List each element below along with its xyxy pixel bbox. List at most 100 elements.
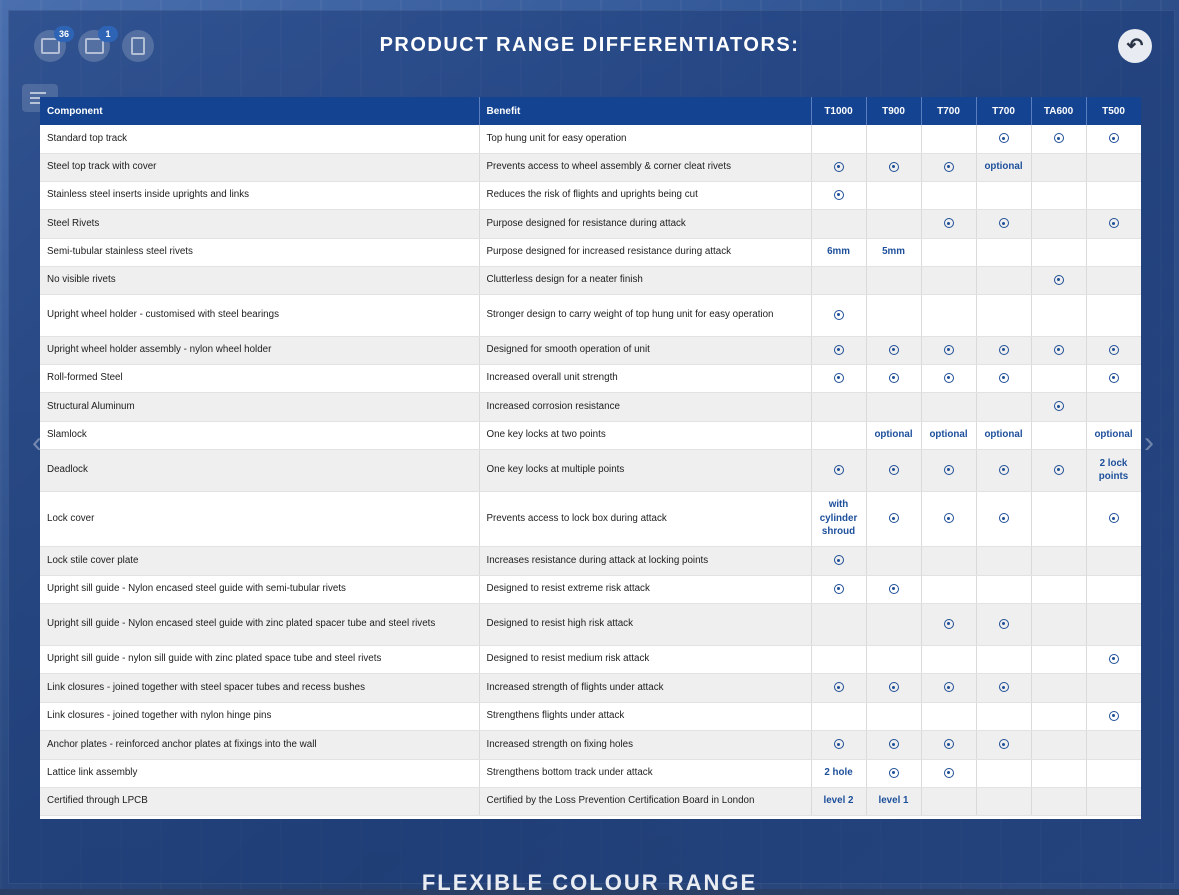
table-row: Upright sill guide - nylon sill guide wi… [40, 645, 1141, 674]
check-circle-icon [833, 161, 844, 172]
check-circle-icon [1108, 710, 1119, 721]
component-cell: Slamlock [40, 421, 480, 450]
empty-cell [811, 702, 867, 731]
check-cell [976, 209, 1032, 239]
empty-cell [811, 392, 867, 422]
check-circle-icon [998, 682, 1009, 693]
check-cell [976, 603, 1032, 646]
component-cell: Steel Rivets [40, 209, 480, 239]
benefit-cell: Strengthens bottom track under attack [479, 759, 812, 788]
check-cell [866, 575, 922, 604]
empty-cell [976, 759, 1032, 788]
benefit-cell: One key locks at two points [479, 421, 812, 450]
check-cell [811, 153, 867, 182]
value-cell: optional [976, 421, 1032, 450]
empty-cell [921, 125, 977, 154]
benefit-cell: Increases resistance during attack at lo… [479, 546, 812, 576]
empty-cell [1031, 730, 1087, 760]
empty-cell [866, 181, 922, 210]
check-circle-icon [833, 739, 844, 750]
check-cell [866, 449, 922, 492]
empty-cell [1031, 491, 1087, 547]
check-circle-icon [998, 372, 1009, 383]
check-cell [921, 673, 977, 703]
column-header-model: TA600 [1031, 97, 1087, 125]
component-cell: Steel top track with cover [40, 153, 480, 182]
empty-cell [866, 546, 922, 576]
component-cell: Certified through LPCB [40, 787, 480, 816]
empty-cell [976, 266, 1032, 295]
check-cell [1031, 266, 1087, 295]
check-circle-icon [1108, 372, 1119, 383]
check-circle-icon [998, 739, 1009, 750]
value-cell: optional [1086, 421, 1141, 450]
empty-cell [976, 575, 1032, 604]
value-cell: with cylinder shroud [811, 491, 867, 547]
empty-cell [1031, 546, 1087, 576]
empty-cell [1086, 546, 1141, 576]
check-circle-icon [833, 682, 844, 693]
component-cell: Lock stile cover plate [40, 546, 480, 576]
check-circle-icon [888, 583, 899, 594]
benefit-cell: Strengthens flights under attack [479, 702, 812, 731]
empty-cell [1031, 209, 1087, 239]
check-cell [921, 730, 977, 760]
table-row: Structural Aluminum Increased corrosion r… [40, 392, 1141, 422]
check-cell [1086, 645, 1141, 674]
empty-cell [976, 181, 1032, 210]
column-header-model: T700 [921, 97, 977, 125]
back-arrow-icon: ↶ [1126, 35, 1144, 57]
check-cell [1086, 364, 1141, 393]
table-row: Steel Rivets Purpose designed for resista… [40, 209, 1141, 239]
empty-cell [1031, 787, 1087, 816]
check-circle-icon [888, 682, 899, 693]
page-title: PRODUCT RANGE DIFFERENTIATORS: [379, 34, 800, 56]
empty-cell [1031, 673, 1087, 703]
column-header-model: T500 [1086, 97, 1141, 125]
check-cell [976, 364, 1032, 393]
benefit-cell: Designed to resist high risk attack [479, 603, 812, 646]
table-header-row: Component Benefit T1000 T900 T700 T700 T… [40, 97, 1141, 125]
benefit-cell: Designed for smooth operation of unit [479, 336, 812, 365]
empty-cell [866, 603, 922, 646]
check-cell [866, 153, 922, 182]
empty-cell [866, 392, 922, 422]
empty-cell [976, 702, 1032, 731]
check-circle-icon [1108, 513, 1119, 524]
empty-cell [1086, 575, 1141, 604]
check-cell [811, 294, 867, 337]
check-cell [1086, 336, 1141, 365]
check-cell [1031, 125, 1087, 154]
component-cell: Upright wheel holder - customised with s… [40, 294, 480, 337]
table-row: Steel top track with cover Prevents acces… [40, 153, 1141, 182]
benefit-cell: Increased strength of flights under atta… [479, 673, 812, 703]
component-cell: Upright sill guide - Nylon encased steel… [40, 575, 480, 604]
table-row: Link closures - joined together with ste… [40, 673, 1141, 703]
table-row: Deadlock One key locks at multiple points… [40, 449, 1141, 492]
check-circle-icon [998, 513, 1009, 524]
empty-cell [976, 787, 1032, 816]
component-cell: Link closures - joined together with ste… [40, 673, 480, 703]
empty-cell [1086, 787, 1141, 816]
empty-cell [1086, 392, 1141, 422]
check-circle-icon [943, 372, 954, 383]
empty-cell [921, 645, 977, 674]
check-circle-icon [1108, 344, 1119, 355]
benefit-cell: Designed to resist medium risk attack [479, 645, 812, 674]
check-circle-icon [888, 767, 899, 778]
empty-cell [1086, 266, 1141, 295]
check-circle-icon [943, 739, 954, 750]
value-cell: optional [921, 421, 977, 450]
check-circle-icon [943, 344, 954, 355]
check-circle-icon [1053, 464, 1064, 475]
empty-cell [1031, 181, 1087, 210]
check-circle-icon [1053, 344, 1064, 355]
check-cell [866, 759, 922, 788]
check-circle-icon [998, 344, 1009, 355]
check-cell [866, 673, 922, 703]
empty-cell [1031, 603, 1087, 646]
back-button[interactable]: ↶ [1118, 29, 1152, 63]
check-circle-icon [888, 464, 899, 475]
empty-cell [1031, 702, 1087, 731]
differentiators-table: Component Benefit T1000 T900 T700 T700 T… [40, 97, 1141, 816]
